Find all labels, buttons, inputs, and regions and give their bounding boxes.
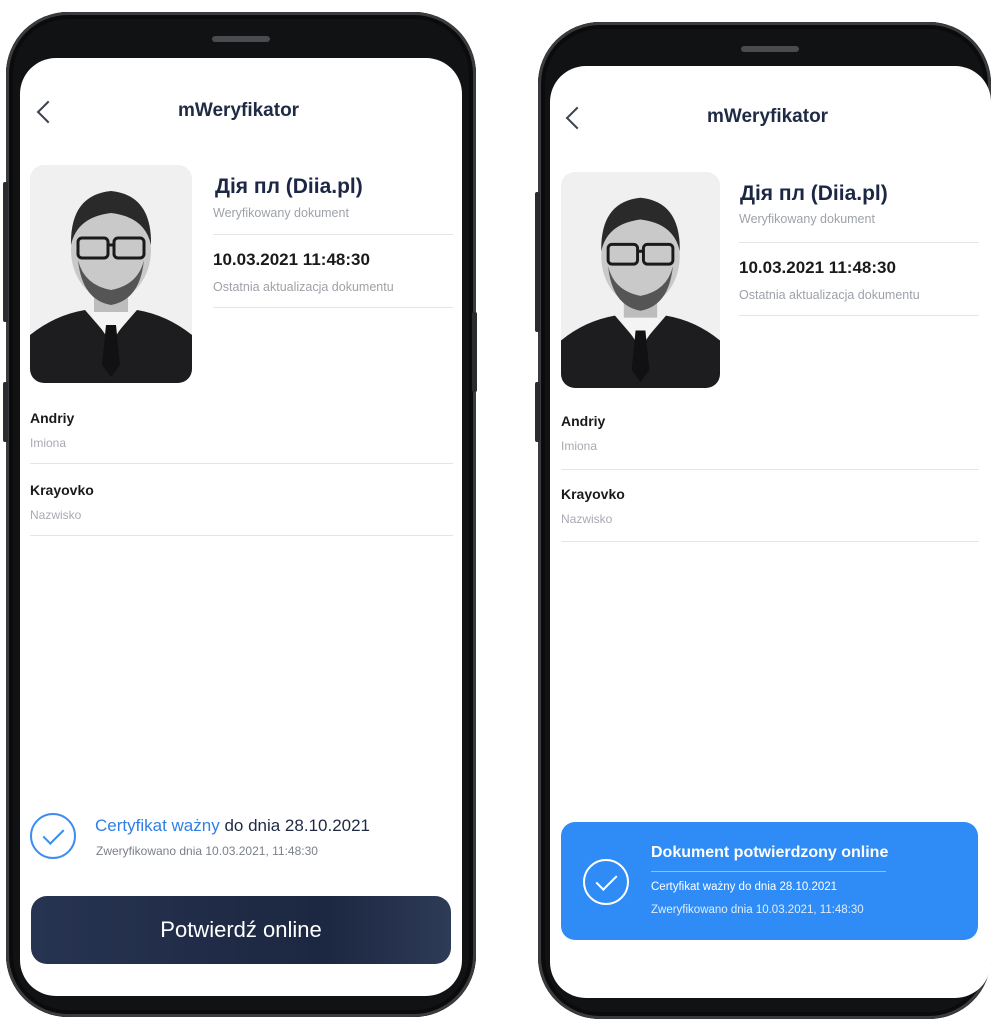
first-name-label: Imiona	[30, 436, 67, 450]
first-name-value: Andriy	[561, 413, 606, 429]
left-screen: mWeryfikator Дія пл (Diia.pl) Weryfikowa…	[20, 58, 462, 996]
document-datetime-label: Ostatnia aktualizacja dokumentu	[739, 288, 920, 302]
left-phone: mWeryfikator Дія пл (Diia.pl) Weryfikowa…	[3, 12, 477, 1017]
app-title: mWeryfikator	[707, 106, 829, 127]
app-title: mWeryfikator	[178, 100, 300, 121]
certificate-until-text: do dnia 28.10.2021	[224, 816, 371, 835]
certificate-valid-text: Certyfikat ważny do dnia 28.10.2021	[651, 881, 838, 893]
document-status: Weryfikowany dokument	[739, 212, 875, 226]
power-button	[535, 382, 540, 442]
side-button	[472, 312, 477, 392]
earpiece-speaker	[741, 46, 799, 52]
volume-button	[535, 192, 540, 332]
confirm-online-button-label: Potwierdź online	[160, 917, 322, 942]
last-name-value: Krayovko	[561, 486, 625, 502]
document-datetime-label: Ostatnia aktualizacja dokumentu	[213, 280, 394, 294]
confirmation-card: Dokument potwierdzony online Certyfikat …	[561, 822, 978, 940]
divider	[739, 242, 979, 243]
divider	[561, 469, 979, 470]
right-screen: mWeryfikator Дія пл (Diia.pl) Weryfikowa…	[550, 66, 991, 998]
divider	[561, 541, 979, 542]
earpiece-speaker	[212, 36, 270, 42]
verified-timestamp: Zweryfikowano dnia 10.03.2021, 11:48:30	[651, 904, 864, 916]
volume-button	[3, 182, 8, 322]
certificate-valid-text: Certyfikat ważny	[95, 816, 220, 835]
document-title: Дія пл (Diia.pl)	[740, 182, 888, 205]
verified-timestamp: Zweryfikowano dnia 10.03.2021, 11:48:30	[96, 844, 318, 858]
card-divider	[651, 871, 886, 872]
last-name-value: Krayovko	[30, 482, 94, 498]
confirmation-title: Dokument potwierdzony online	[651, 844, 889, 861]
divider	[213, 234, 453, 235]
portrait-image	[561, 172, 720, 388]
divider	[213, 307, 453, 308]
divider	[30, 535, 453, 536]
id-photo	[30, 165, 192, 383]
document-status: Weryfikowany dokument	[213, 206, 349, 220]
first-name-value: Andriy	[30, 410, 75, 426]
divider	[30, 463, 453, 464]
confirm-online-button[interactable]: Potwierdź online	[31, 896, 451, 964]
document-datetime: 10.03.2021 11:48:30	[739, 258, 896, 277]
right-phone: mWeryfikator Дія пл (Diia.pl) Weryfikowa…	[535, 22, 991, 1019]
back-chevron-icon[interactable]	[565, 106, 589, 130]
back-chevron-icon[interactable]	[36, 100, 60, 124]
divider	[739, 315, 979, 316]
certificate-line: Certyfikat ważny do dnia 28.10.2021	[95, 816, 370, 836]
document-datetime: 10.03.2021 11:48:30	[213, 250, 370, 269]
id-photo	[561, 172, 720, 388]
portrait-image	[30, 165, 192, 383]
last-name-label: Nazwisko	[30, 508, 82, 522]
first-name-label: Imiona	[561, 439, 598, 453]
power-button	[3, 382, 8, 442]
document-title: Дія пл (Diia.pl)	[215, 175, 363, 198]
last-name-label: Nazwisko	[561, 512, 613, 526]
